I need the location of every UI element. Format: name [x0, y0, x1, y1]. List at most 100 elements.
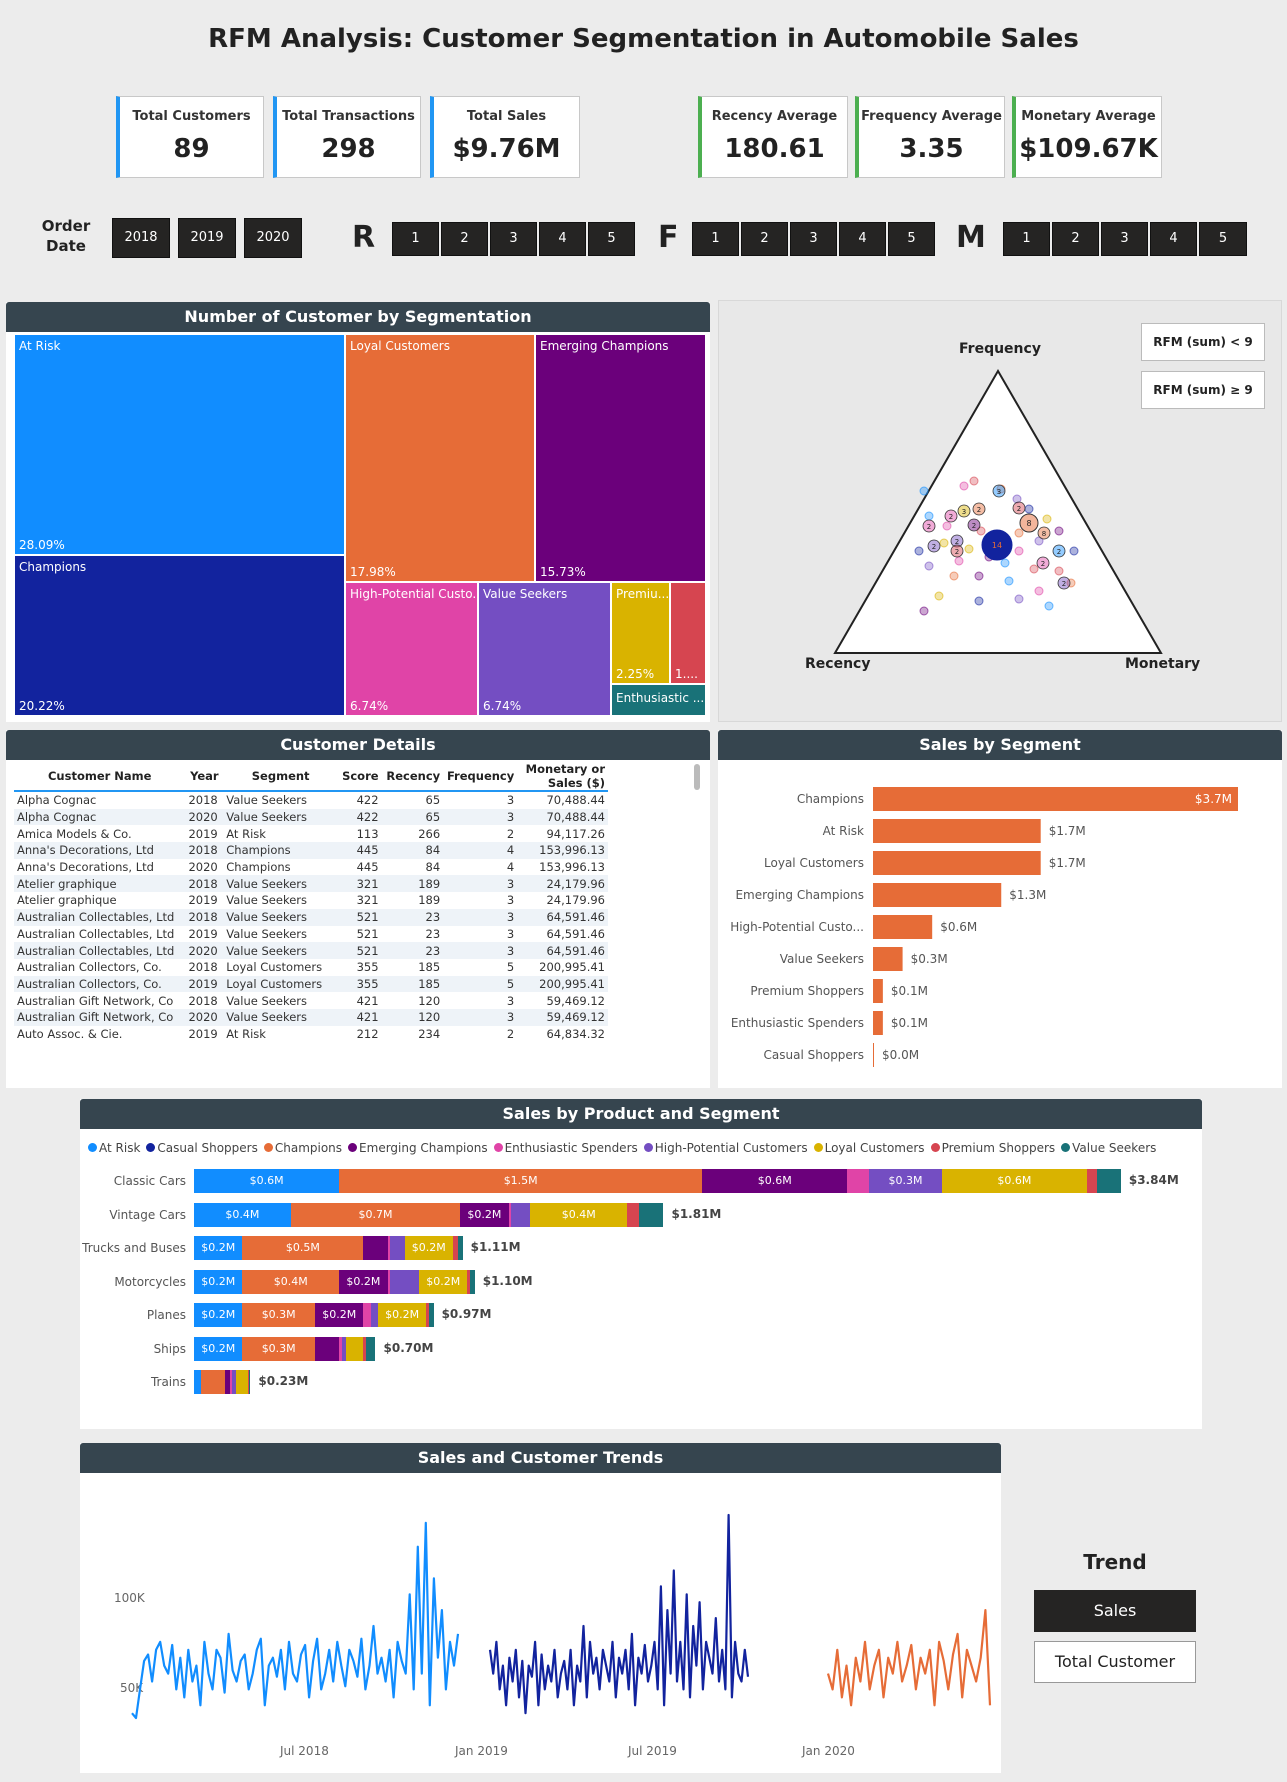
legend-item[interactable]: Value Seekers [1061, 1141, 1156, 1155]
table-row[interactable]: Amica Models & Co. 2019 At Risk 113 266 2 94,1… [14, 825, 608, 842]
table-row[interactable]: Anna's Decorations, Ltd 2018 Champions 445 8… [14, 842, 608, 859]
col-monetary[interactable]: Monetary or Sales ($) [517, 762, 608, 792]
bar-segment[interactable] [390, 1269, 420, 1294]
legend-item[interactable]: Loyal Customers [813, 1141, 925, 1155]
f-score-3-button[interactable]: 3 [790, 222, 837, 256]
col-segment[interactable]: Segment [223, 762, 339, 792]
legend-item[interactable]: High-Potential Customers [643, 1141, 808, 1155]
legend-item[interactable]: Enthusiastic Spenders [493, 1141, 638, 1155]
treemap-tile-emerging-champions[interactable]: Emerging Champions 15.73% [535, 334, 706, 582]
bar-segment[interactable]: $0.3M [242, 1336, 315, 1361]
legend-item[interactable]: Champions [263, 1141, 342, 1155]
treemap-tile-enthusiastic-spenders[interactable]: Enthusiastic ... [611, 684, 706, 716]
bar-segment[interactable]: $0.2M [315, 1303, 364, 1327]
bar-segment[interactable] [639, 1202, 664, 1227]
f-score-4-button[interactable]: 4 [839, 222, 886, 256]
legend-item[interactable]: Premium Shoppers [930, 1141, 1055, 1155]
legend-item[interactable]: At Risk [88, 1141, 140, 1155]
treemap-tile-at-risk[interactable]: At Risk 28.09% [14, 334, 345, 555]
bar-segment[interactable]: $0.2M [419, 1269, 468, 1294]
bar-segment[interactable] [390, 1236, 405, 1260]
bar-segment[interactable] [1096, 1169, 1121, 1193]
treemap-tile-champions[interactable]: Champions 20.22% [14, 555, 345, 716]
table-row[interactable]: Australian Collectables, Ltd 2019 Value Se… [14, 926, 608, 943]
table-row[interactable]: Australian Collectors, Co. 2019 Loyal Cust… [14, 975, 608, 993]
year-2018-button[interactable]: 2018 [112, 218, 170, 258]
r-score-2-button[interactable]: 2 [441, 222, 488, 256]
table-row[interactable]: Australian Collectables, Ltd 2018 Value Se… [14, 908, 608, 926]
table-row[interactable]: Australian Gift Network, Co 2020 Value See… [14, 1008, 608, 1026]
bar-segment[interactable]: $0.4M [530, 1202, 628, 1227]
bar-segment[interactable] [847, 1169, 870, 1193]
bar-segment[interactable]: $0.2M [377, 1303, 427, 1327]
bar-segment[interactable]: $0.7M [290, 1202, 461, 1227]
treemap-tile-casual-shoppers[interactable]: 1.... [670, 582, 706, 684]
col-year[interactable]: Year [185, 762, 224, 792]
table-scrollbar[interactable] [694, 764, 700, 790]
bar-segment[interactable] [627, 1202, 640, 1227]
bar-segment[interactable]: $0.2M [194, 1236, 243, 1260]
bar-segment[interactable] [1086, 1169, 1097, 1193]
bar-segment[interactable] [315, 1336, 340, 1361]
legend-item[interactable]: Emerging Champions [348, 1141, 488, 1155]
treemap-tile-loyal-customers[interactable]: Loyal Customers 17.98% [345, 334, 535, 582]
bar-segment[interactable]: $1.5M [339, 1169, 703, 1193]
year-2020-button[interactable]: 2020 [244, 218, 302, 258]
table-row[interactable]: Australian Gift Network, Co 2018 Value See… [14, 992, 608, 1009]
m-score-2-button[interactable]: 2 [1052, 222, 1099, 256]
m-score-1-button[interactable]: 1 [1003, 222, 1050, 256]
table-row[interactable]: Auto Assoc. & Cie. 2019 At Risk 212 234 2 64,8… [14, 1026, 608, 1043]
bar-segment[interactable]: $0.3M [869, 1169, 942, 1193]
bar-segment[interactable] [370, 1303, 378, 1327]
treemap-tile-value-seekers[interactable]: Value Seekers 6.74% [478, 582, 611, 716]
bar-segment[interactable]: $0.2M [339, 1269, 388, 1294]
table-row[interactable]: Australian Collectables, Ltd 2020 Value Se… [14, 942, 608, 959]
bar-segment[interactable]: $0.2M [194, 1269, 243, 1294]
treemap-tile-high-potential[interactable]: High-Potential Custo... 6.74% [345, 582, 478, 716]
bar-segment[interactable] [469, 1269, 475, 1294]
table-row[interactable]: Alpha Cognac 2018 Value Seekers 422 65 3 70,48… [14, 791, 608, 809]
treemap-tile-premium-shoppers[interactable]: Premiu... 2.25% [611, 582, 670, 684]
table-row[interactable]: Atelier graphique 2019 Value Seekers 321 189… [14, 892, 608, 909]
f-score-1-button[interactable]: 1 [692, 222, 739, 256]
bar-segment[interactable]: $0.6M [702, 1169, 848, 1193]
r-score-3-button[interactable]: 3 [490, 222, 537, 256]
r-score-5-button[interactable]: 5 [588, 222, 635, 256]
bar-segment[interactable] [194, 1370, 202, 1394]
bar-segment[interactable]: $0.3M [242, 1303, 315, 1327]
trend-sales-button[interactable]: Sales [1034, 1590, 1196, 1632]
bar-segment[interactable]: $0.6M [194, 1169, 340, 1193]
bar-segment[interactable] [457, 1236, 463, 1260]
bar-segment[interactable] [236, 1370, 249, 1394]
bar-segment[interactable]: $0.2M [460, 1202, 509, 1227]
legend-item[interactable]: Casual Shoppers [146, 1141, 258, 1155]
bar-segment[interactable]: $0.4M [242, 1269, 340, 1294]
bar-segment[interactable]: $0.2M [194, 1303, 243, 1327]
bar-segment[interactable]: $0.2M [404, 1236, 453, 1260]
r-score-1-button[interactable]: 1 [392, 222, 439, 256]
col-frequency[interactable]: Frequency [443, 762, 518, 792]
bar-segment[interactable] [363, 1236, 388, 1260]
m-score-5-button[interactable]: 5 [1199, 222, 1247, 256]
bar-segment[interactable]: $0.4M [194, 1202, 291, 1227]
m-score-3-button[interactable]: 3 [1101, 222, 1148, 256]
col-customer-name[interactable]: Customer Name [14, 762, 186, 792]
bar-segment[interactable] [511, 1202, 531, 1227]
bar-segment[interactable] [363, 1303, 371, 1327]
col-score[interactable]: Score [338, 762, 382, 792]
bar-segment[interactable] [249, 1370, 251, 1394]
f-score-2-button[interactable]: 2 [741, 222, 788, 256]
col-recency[interactable]: Recency [381, 762, 444, 792]
year-2019-button[interactable]: 2019 [178, 218, 236, 258]
table-row[interactable]: Atelier graphique 2018 Value Seekers 321 189… [14, 875, 608, 893]
bar-segment[interactable] [201, 1370, 226, 1394]
bar-segment[interactable] [428, 1303, 434, 1327]
r-score-4-button[interactable]: 4 [539, 222, 586, 256]
customer-details-table-wrap[interactable]: Customer Name Year Segment Score Recency… [14, 762, 700, 1084]
trend-total-customer-button[interactable]: Total Customer [1034, 1641, 1196, 1683]
bar-segment[interactable]: $0.6M [941, 1169, 1087, 1193]
m-score-4-button[interactable]: 4 [1150, 222, 1197, 256]
bar-segment[interactable] [346, 1336, 364, 1361]
f-score-5-button[interactable]: 5 [888, 222, 935, 256]
bar-segment[interactable]: $0.5M [242, 1236, 364, 1260]
